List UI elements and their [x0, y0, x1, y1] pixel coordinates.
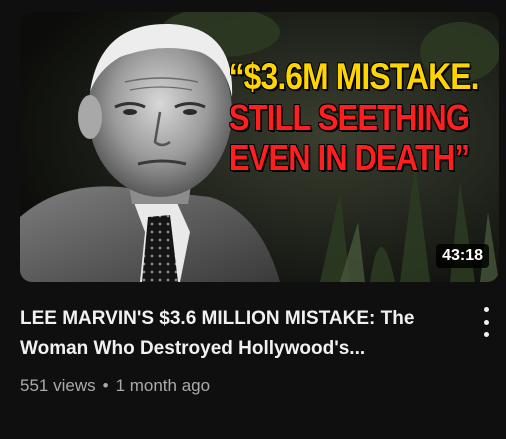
- menu-dot: [483, 307, 489, 312]
- meta-separator: •: [102, 376, 109, 395]
- headline-line-2: STILL SEETHING: [228, 96, 470, 138]
- video-card: “$3.6M MISTAKE. STILL SEETHING EVEN IN D…: [0, 0, 506, 439]
- upload-age: 1 month ago: [115, 376, 211, 395]
- menu-dot: [483, 319, 489, 325]
- video-metadata: 551 views • 1 month ago: [20, 374, 210, 398]
- menu-dot: [483, 332, 489, 337]
- headline-line-1: “$3.6M MISTAKE.: [228, 56, 480, 97]
- video-title[interactable]: LEE MARVIN'S $3.6 MILLION MISTAKE: The W…: [20, 304, 460, 364]
- video-thumbnail[interactable]: “$3.6M MISTAKE. STILL SEETHING EVEN IN D…: [20, 12, 499, 282]
- thumbnail-headline: “$3.6M MISTAKE. STILL SEETHING EVEN IN D…: [209, 58, 489, 177]
- view-count: 551 views: [20, 376, 96, 395]
- duration-badge: 43:18: [436, 244, 489, 268]
- more-vert-icon[interactable]: [474, 307, 498, 337]
- headline-line-3: EVEN IN DEATH”: [228, 137, 470, 179]
